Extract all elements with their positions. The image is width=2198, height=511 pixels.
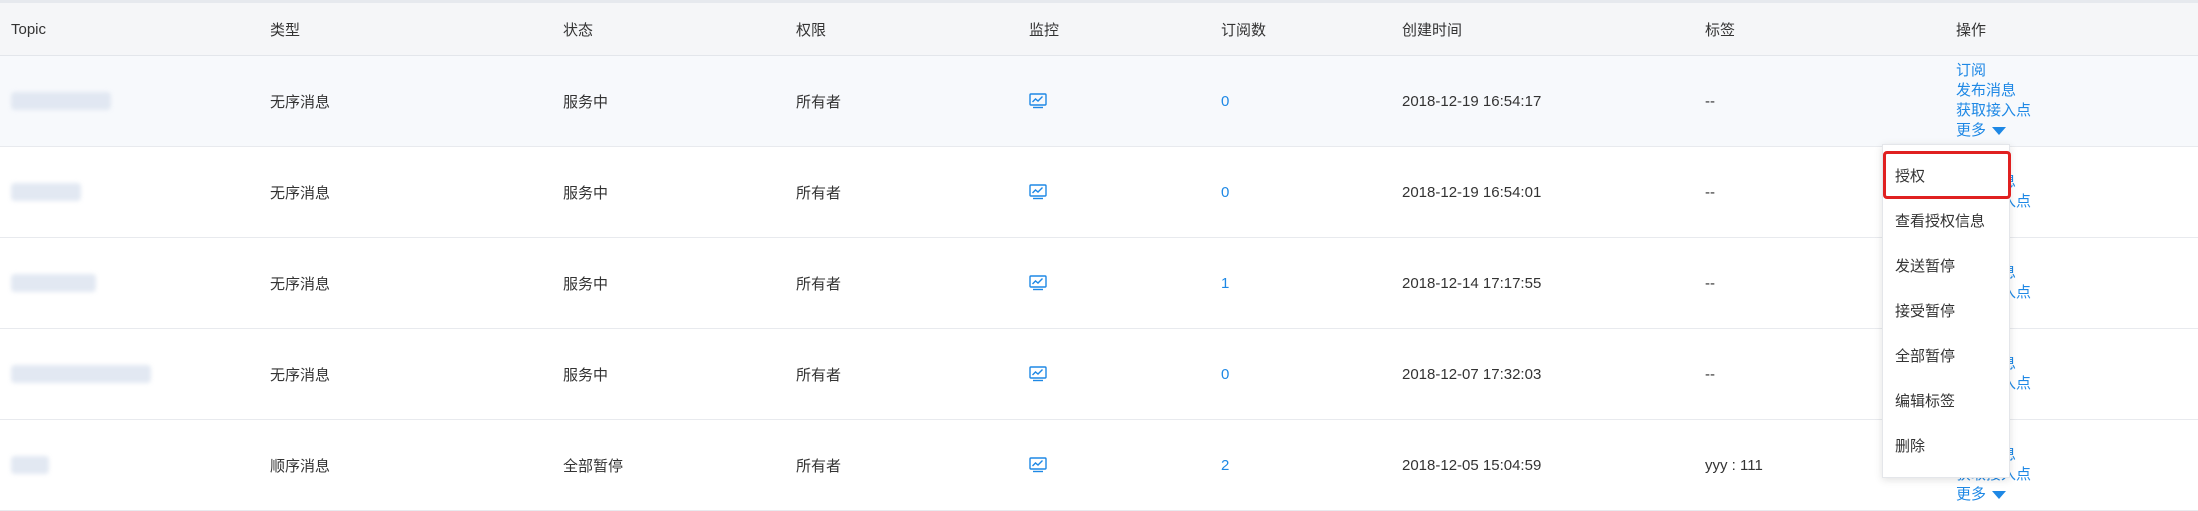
row-created: 2018-12-05 15:04:59	[1402, 456, 1542, 474]
menu-item-authorize[interactable]: 授权	[1883, 153, 2009, 197]
monitor-chart-icon[interactable]	[1029, 238, 1047, 328]
topic-name-redacted[interactable]	[11, 329, 151, 419]
row-tags: --	[1705, 183, 1715, 201]
row-actions: 订阅 发布消息 获取接入点 更多	[1956, 56, 2031, 146]
row-tags: yyy : 111	[1705, 456, 1763, 474]
row-type: 顺序消息	[270, 457, 331, 475]
row-status: 服务中	[563, 93, 609, 111]
header-tags: 标签	[1705, 21, 1736, 39]
caret-down-icon	[1992, 491, 2007, 499]
row-subscriptions-link[interactable]: 0	[1221, 56, 1229, 146]
topic-table: Topic 类型 状态 权限 监控 订阅数 创建时间 标签 操作 无序消息 服务…	[0, 3, 2198, 511]
subscribe-link[interactable]: 订阅	[1956, 61, 1986, 81]
row-created: 2018-12-19 16:54:01	[1402, 183, 1542, 201]
row-type: 无序消息	[270, 93, 331, 111]
monitor-chart-icon[interactable]	[1029, 147, 1047, 237]
header-created: 创建时间	[1402, 21, 1463, 39]
row-subscriptions-link[interactable]: 0	[1221, 147, 1229, 237]
header-actions: 操作	[1956, 21, 1987, 39]
row-tags: --	[1705, 365, 1715, 383]
row-permission: 所有者	[796, 93, 842, 111]
row-tags: --	[1705, 92, 1715, 110]
more-dropdown-menu: 授权 查看授权信息 发送暂停 接受暂停 全部暂停 编辑标签 删除	[1882, 144, 2011, 478]
caret-down-icon	[1992, 127, 2007, 135]
topic-name-redacted[interactable]	[11, 56, 111, 146]
table-row: 顺序消息 全部暂停 所有者 2 2018-12-05 15:04:59 yyy …	[0, 420, 2198, 511]
topic-name-redacted[interactable]	[11, 238, 96, 328]
monitor-chart-icon[interactable]	[1029, 56, 1047, 146]
monitor-chart-icon[interactable]	[1029, 420, 1047, 510]
header-subscriptions: 订阅数	[1221, 21, 1267, 39]
more-label: 更多	[1956, 122, 1987, 139]
row-permission: 所有者	[796, 275, 842, 293]
menu-item-delete[interactable]: 删除	[1883, 423, 2009, 467]
row-subscriptions-link[interactable]: 0	[1221, 329, 1229, 419]
row-status: 服务中	[563, 366, 609, 384]
menu-item-pause-receive[interactable]: 接受暂停	[1883, 288, 2009, 332]
menu-item-edit-tags[interactable]: 编辑标签	[1883, 378, 2009, 422]
row-created: 2018-12-07 17:32:03	[1402, 365, 1542, 383]
row-permission: 所有者	[796, 457, 842, 475]
topic-name-redacted[interactable]	[11, 420, 49, 510]
row-type: 无序消息	[270, 366, 331, 384]
row-subscriptions-link[interactable]: 2	[1221, 420, 1229, 510]
menu-item-pause-all[interactable]: 全部暂停	[1883, 333, 2009, 377]
row-subscriptions-link[interactable]: 1	[1221, 238, 1229, 328]
more-label: 更多	[1956, 486, 1987, 503]
row-type: 无序消息	[270, 184, 331, 202]
row-permission: 所有者	[796, 184, 842, 202]
header-monitor: 监控	[1029, 21, 1060, 39]
more-dropdown-toggle[interactable]: 更多	[1956, 121, 2007, 141]
row-status: 服务中	[563, 275, 609, 293]
table-row: 无序消息 服务中 所有者 0 2018-12-19 16:54:17 -- 订阅…	[0, 56, 2198, 147]
table-header: Topic 类型 状态 权限 监控 订阅数 创建时间 标签 操作	[0, 3, 2198, 56]
header-topic: Topic	[11, 20, 47, 38]
menu-item-view-authorization[interactable]: 查看授权信息	[1883, 198, 2009, 242]
row-created: 2018-12-14 17:17:55	[1402, 274, 1542, 292]
more-dropdown-toggle[interactable]: 更多	[1956, 485, 2007, 505]
row-type: 无序消息	[270, 275, 331, 293]
get-endpoint-link[interactable]: 获取接入点	[1956, 101, 2031, 121]
header-status: 状态	[563, 21, 594, 39]
header-permission: 权限	[796, 21, 827, 39]
row-status: 服务中	[563, 184, 609, 202]
row-status: 全部暂停	[563, 457, 624, 475]
menu-item-pause-send[interactable]: 发送暂停	[1883, 243, 2009, 287]
publish-message-link[interactable]: 发布消息	[1956, 81, 2016, 101]
row-tags: --	[1705, 274, 1715, 292]
table-row: 无序消息 服务中 所有者 0 2018-12-07 17:32:03 -- 订阅…	[0, 329, 2198, 420]
monitor-chart-icon[interactable]	[1029, 329, 1047, 419]
row-permission: 所有者	[796, 366, 842, 384]
table-row: 无序消息 服务中 所有者 0 2018-12-19 16:54:01 -- 订阅…	[0, 147, 2198, 238]
header-type: 类型	[270, 21, 301, 39]
topic-name-redacted[interactable]	[11, 147, 81, 237]
table-row: 无序消息 服务中 所有者 1 2018-12-14 17:17:55 -- 订阅…	[0, 238, 2198, 329]
row-created: 2018-12-19 16:54:17	[1402, 92, 1542, 110]
